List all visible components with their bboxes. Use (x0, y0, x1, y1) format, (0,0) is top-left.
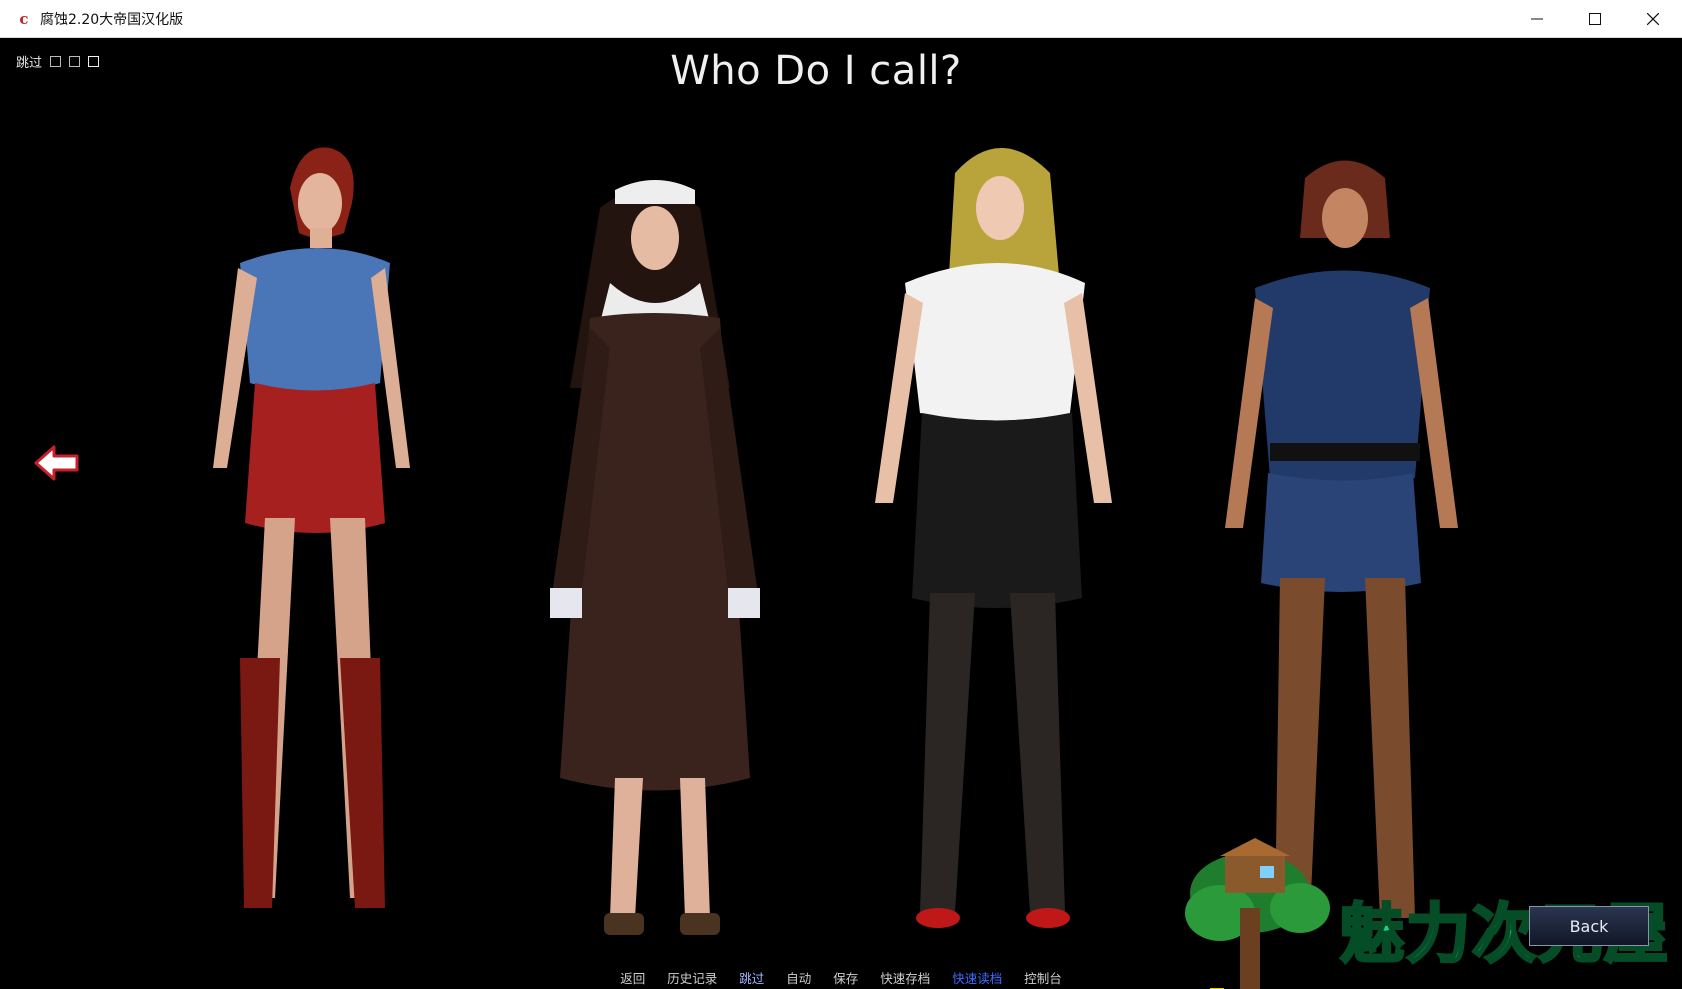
qm-quickload[interactable]: 快速读档 (941, 968, 1013, 987)
qm-console[interactable]: 控制台 (1013, 968, 1073, 987)
arrow-left-icon[interactable] (34, 444, 80, 482)
app-c-icon: c (19, 9, 29, 28)
maximize-icon (1589, 13, 1601, 25)
character-2[interactable] (520, 148, 780, 948)
back-button[interactable]: Back (1529, 906, 1649, 946)
quick-menu: 返回 历史记录 跳过 自动 保存 快速存档 快速读档 控制台 (0, 968, 1682, 987)
close-icon (1647, 13, 1659, 25)
character-3[interactable] (860, 123, 1130, 943)
qm-quicksave[interactable]: 快速存档 (869, 968, 941, 987)
qm-auto[interactable]: 自动 (775, 968, 822, 987)
window-title: 腐蚀2.20大帝国汉化版 (40, 11, 184, 28)
maximize-button[interactable] (1566, 0, 1624, 38)
page-title: Who Do I call? (670, 48, 962, 94)
window-controls (1508, 0, 1682, 38)
close-button[interactable] (1624, 0, 1682, 38)
qm-history[interactable]: 历史记录 (656, 968, 728, 987)
treehouse-icon (1185, 838, 1330, 989)
qm-skip[interactable]: 跳过 (728, 968, 775, 987)
qm-save[interactable]: 保存 (822, 968, 869, 987)
game-viewport: 跳过 Who Do I call? 魅力次元屋 返回 历史记录 跳过 自动 保存… (0, 38, 1682, 989)
character-1[interactable] (180, 118, 440, 938)
window-titlebar: c 腐蚀2.20大帝国汉化版 (0, 0, 1682, 38)
character-4[interactable] (1200, 138, 1470, 928)
qm-return[interactable]: 返回 (609, 968, 656, 987)
minimize-button[interactable] (1508, 0, 1566, 38)
minimize-icon (1531, 18, 1543, 20)
